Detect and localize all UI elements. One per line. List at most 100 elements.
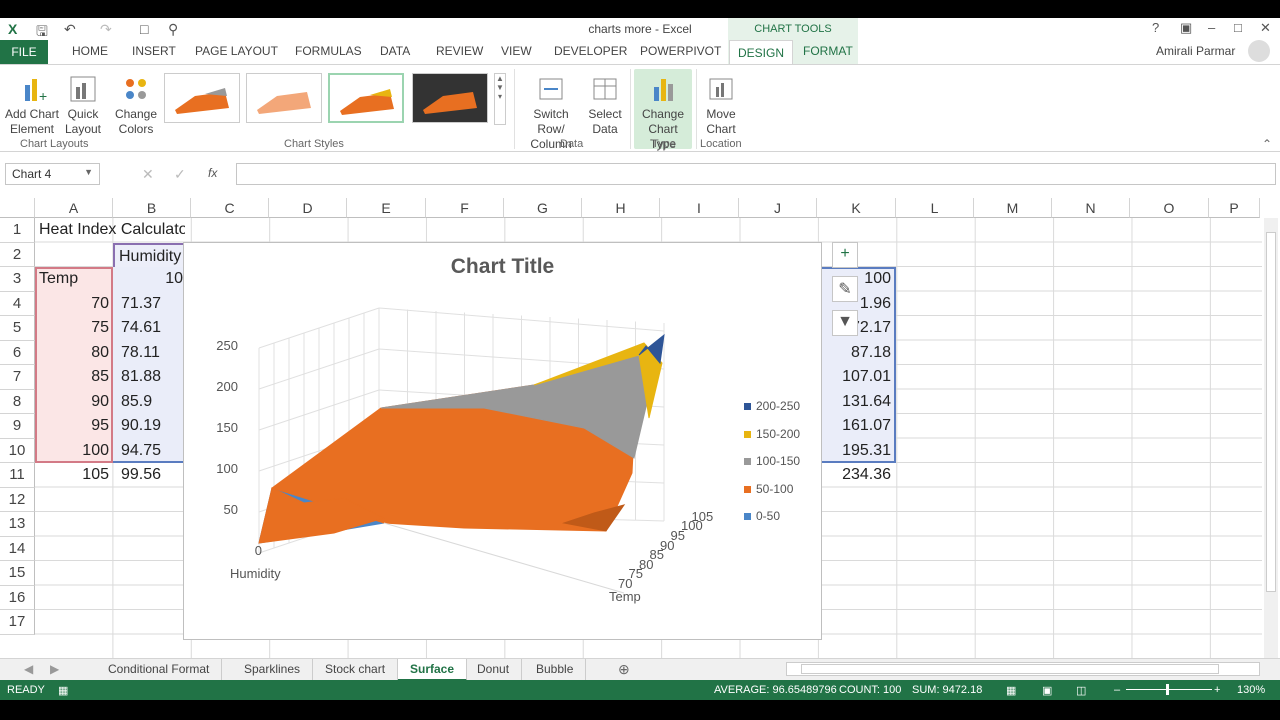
- sheet-tab-stock-chart[interactable]: Stock chart: [313, 659, 399, 681]
- cell-K6[interactable]: 87.18: [817, 341, 895, 366]
- close-icon[interactable]: ✕: [1260, 20, 1271, 36]
- scroll-left-icon[interactable]: ◀: [24, 662, 33, 676]
- tab-format[interactable]: FORMAT: [803, 44, 853, 58]
- column-header-O[interactable]: O: [1130, 198, 1209, 218]
- normal-view-icon[interactable]: ▦: [1006, 684, 1016, 697]
- row-header-14[interactable]: 14: [0, 536, 35, 561]
- ribbon-display-icon[interactable]: ▣: [1180, 20, 1192, 36]
- cell-K11[interactable]: 234.36: [817, 463, 895, 488]
- vertical-scrollbar[interactable]: [1264, 218, 1278, 658]
- row-header-5[interactable]: 5: [0, 316, 35, 341]
- cell-B2[interactable]: Humidity: [113, 242, 191, 267]
- zoom-in-icon[interactable]: +: [1214, 684, 1220, 696]
- zoom-level[interactable]: 130%: [1237, 684, 1265, 696]
- column-header-C[interactable]: C: [191, 198, 269, 218]
- column-header-N[interactable]: N: [1052, 198, 1130, 218]
- cell-B8[interactable]: 85.9: [113, 390, 183, 415]
- tab-formulas[interactable]: FORMULAS: [295, 44, 362, 58]
- column-header-H[interactable]: H: [582, 198, 660, 218]
- column-header-D[interactable]: D: [269, 198, 347, 218]
- column-header-E[interactable]: E: [347, 198, 426, 218]
- new-sheet-icon[interactable]: ⊕: [618, 661, 630, 678]
- column-header-G[interactable]: G: [504, 198, 582, 218]
- cell-B10[interactable]: 94.75: [113, 439, 183, 464]
- row-header-11[interactable]: 11: [0, 463, 35, 488]
- page-layout-view-icon[interactable]: ▣: [1042, 684, 1052, 697]
- cell-A10[interactable]: 100: [35, 439, 113, 464]
- scroll-right-icon[interactable]: ▶: [50, 662, 59, 676]
- tab-view[interactable]: VIEW: [501, 44, 532, 58]
- row-header-10[interactable]: 10: [0, 438, 35, 463]
- column-header-M[interactable]: M: [974, 198, 1052, 218]
- sheet-tab-conditional-format[interactable]: Conditional Format: [96, 659, 223, 681]
- maximize-icon[interactable]: □: [1234, 20, 1242, 35]
- tab-data[interactable]: DATA: [380, 44, 410, 58]
- row-header-16[interactable]: 16: [0, 585, 35, 610]
- macro-record-icon[interactable]: ▦: [58, 684, 68, 697]
- tab-home[interactable]: HOME: [72, 44, 108, 58]
- row-header-17[interactable]: 17: [0, 610, 35, 635]
- horizontal-scrollbar[interactable]: [786, 662, 1260, 676]
- move-chart-button[interactable]: Move Chart: [700, 75, 742, 137]
- name-box[interactable]: Chart 4 ▼: [5, 163, 100, 185]
- quick-layout-button[interactable]: Quick Layout: [60, 75, 106, 137]
- legend-entry[interactable]: 100-150: [744, 454, 800, 468]
- cancel-icon[interactable]: ✕: [142, 166, 154, 183]
- sheet-tab-donut[interactable]: Donut: [465, 659, 523, 681]
- page-break-view-icon[interactable]: ◫: [1076, 684, 1086, 697]
- column-header-F[interactable]: F: [426, 198, 504, 218]
- tab-review[interactable]: REVIEW: [436, 44, 483, 58]
- select-data-button[interactable]: Select Data: [586, 75, 624, 137]
- cell-B3[interactable]: 10: [113, 267, 183, 292]
- sheet-tab-bubble[interactable]: Bubble: [524, 659, 587, 681]
- row-header-6[interactable]: 6: [0, 340, 35, 365]
- cell-B6[interactable]: 78.11: [113, 341, 183, 366]
- chart-style-3-selected[interactable]: [328, 73, 404, 123]
- chart-elements-button[interactable]: +: [832, 242, 858, 268]
- insert-function-icon[interactable]: fx: [208, 166, 217, 180]
- cell-A3[interactable]: Temp: [35, 267, 113, 292]
- row-header-12[interactable]: 12: [0, 487, 35, 512]
- tab-powerpivot[interactable]: POWERPIVOT: [640, 44, 721, 58]
- sheet-tab-sparklines[interactable]: Sparklines: [232, 659, 314, 681]
- row-header-7[interactable]: 7: [0, 365, 35, 390]
- legend-entry[interactable]: 0-50: [744, 509, 780, 523]
- cell-B5[interactable]: 74.61: [113, 316, 183, 341]
- tab-page-layout[interactable]: PAGE LAYOUT: [195, 44, 278, 58]
- add-chart-element-button[interactable]: + Add Chart Element: [4, 75, 60, 137]
- row-header-1[interactable]: 1: [0, 218, 35, 243]
- enter-icon[interactable]: ✓: [174, 166, 186, 183]
- change-chart-type-button[interactable]: Change Chart Type: [634, 69, 692, 151]
- legend-entry[interactable]: 150-200: [744, 427, 800, 441]
- row-header-8[interactable]: 8: [0, 389, 35, 414]
- tab-design[interactable]: DESIGN: [729, 40, 794, 65]
- select-all[interactable]: [0, 198, 35, 218]
- cell-K8[interactable]: 131.64: [817, 390, 895, 415]
- cell-A9[interactable]: 95: [35, 414, 113, 439]
- avatar[interactable]: [1248, 40, 1270, 62]
- change-colors-button[interactable]: Change Colors: [112, 75, 160, 137]
- row-header-13[interactable]: 13: [0, 512, 35, 537]
- column-header-L[interactable]: L: [896, 198, 974, 218]
- zoom-out-icon[interactable]: –: [1114, 684, 1120, 696]
- cell-A11[interactable]: 105: [35, 463, 113, 488]
- cell-A5[interactable]: 75: [35, 316, 113, 341]
- cell-K7[interactable]: 107.01: [817, 365, 895, 390]
- legend-entry[interactable]: 200-250: [744, 399, 800, 413]
- column-header-J[interactable]: J: [739, 198, 817, 218]
- row-header-15[interactable]: 15: [0, 561, 35, 586]
- chart-style-4[interactable]: [412, 73, 488, 123]
- collapse-ribbon-icon[interactable]: ⌃: [1262, 137, 1272, 151]
- minimize-icon[interactable]: –: [1208, 20, 1215, 35]
- chart-style-2[interactable]: [246, 73, 322, 123]
- help-icon[interactable]: ?: [1152, 20, 1159, 35]
- cell-A4[interactable]: 70: [35, 292, 113, 317]
- cell-B4[interactable]: 71.37: [113, 292, 183, 317]
- row-header-2[interactable]: 2: [0, 242, 35, 267]
- zoom-slider[interactable]: [1126, 684, 1212, 695]
- cell-A7[interactable]: 85: [35, 365, 113, 390]
- cell-A8[interactable]: 90: [35, 390, 113, 415]
- cell-K9[interactable]: 161.07: [817, 414, 895, 439]
- chart-styles-scroll[interactable]: ▲ ▼ ▾: [494, 73, 506, 125]
- cell-A1[interactable]: Heat Index Calculator: [35, 218, 185, 243]
